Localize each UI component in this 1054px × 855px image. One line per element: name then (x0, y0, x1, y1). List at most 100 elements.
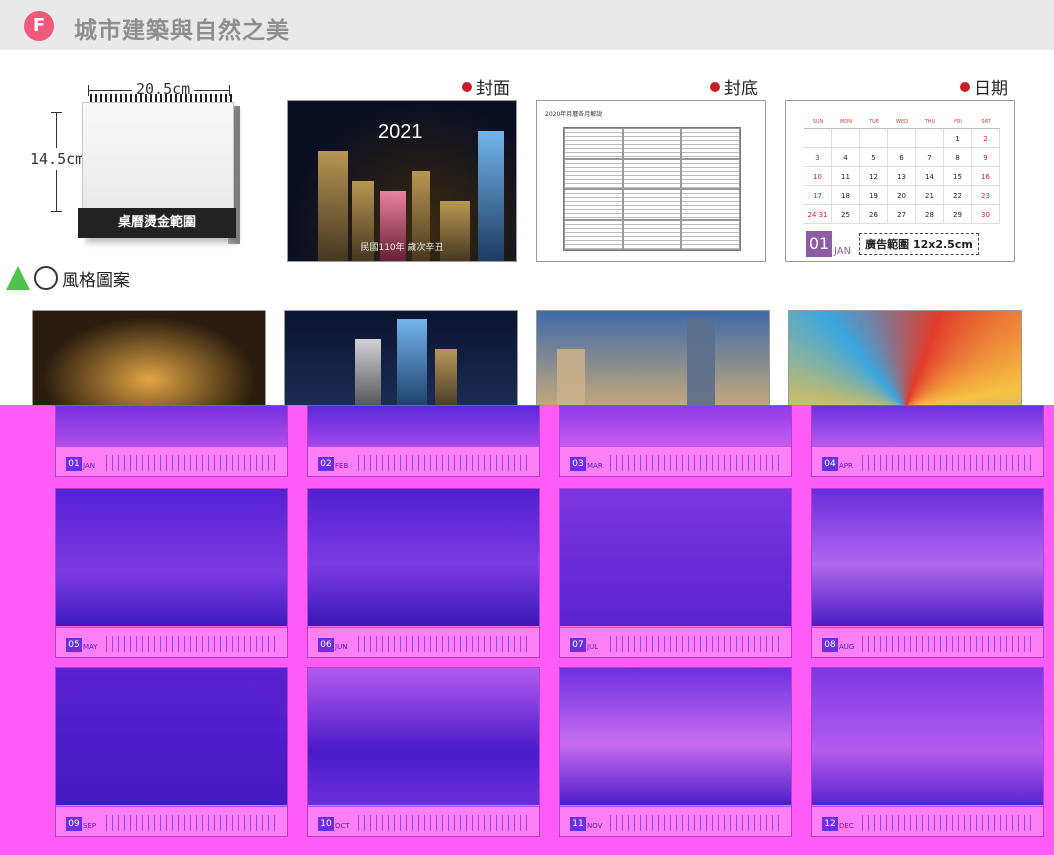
month-days-row (610, 636, 784, 652)
weekday-label: WED (896, 119, 908, 125)
month-photo (56, 406, 287, 446)
red-dot-icon (462, 81, 472, 92)
date-cell: 15 (944, 167, 972, 186)
width-dimension-tick (88, 85, 89, 96)
weekday-label: TUE (869, 119, 879, 125)
weekday-label: MON (840, 119, 852, 125)
month-days-row (106, 636, 280, 652)
back-label-text: 封底 (724, 79, 758, 99)
month-days-row (862, 455, 1036, 471)
month-photo (812, 489, 1043, 626)
desk-calendar-easel: 桌曆燙金範圍 (78, 94, 244, 248)
section-badge: F (24, 11, 54, 41)
month-name: JAN (834, 246, 852, 257)
cover-preview: 2021 民國110年 歲次辛丑 (287, 100, 517, 262)
date-cell: 16 (972, 167, 1000, 186)
month-name: SEP (83, 822, 97, 830)
ad-range-label: 廣告範圍 12x2.5cm (859, 233, 979, 255)
month-photo (812, 406, 1043, 446)
month-photo (308, 489, 539, 626)
photo-thumbnail (788, 310, 1022, 410)
month-number: 09 (66, 817, 82, 831)
date-cell: 6 (888, 148, 916, 167)
date-cell: 5 (860, 148, 888, 167)
face-icon (34, 266, 58, 290)
month-name: MAR (587, 462, 603, 470)
month-photo (812, 668, 1043, 805)
month-date-strip: 12 DEC (812, 806, 1043, 836)
month-photo (308, 668, 539, 805)
month-number: 04 (822, 457, 838, 471)
date-cell: 7 (916, 148, 944, 167)
date-cell: 8 (944, 148, 972, 167)
date-cell: 11 (832, 167, 860, 186)
page: F 城市建築與自然之美 20.5cm 14.5cm 桌曆燙金範圍 封面 2021… (0, 0, 1054, 855)
date-cell: 12 (860, 167, 888, 186)
date-cell: 26 (860, 205, 888, 224)
ad-area: 01 JAN 廣告範圍 12x2.5cm (806, 231, 979, 257)
height-dimension-tick (51, 112, 62, 113)
month-page-card: 01 JAN (55, 405, 288, 477)
date-preview: SUN MON TUE WED THU FRI SAT 1 2 3 4 5 6 7 8 9 10 11 12 13 1… (785, 100, 1015, 262)
red-dot-icon (960, 81, 970, 92)
date-cell: 27 (888, 205, 916, 224)
weekday-label: THU (924, 119, 936, 125)
month-name: MAY (83, 643, 98, 651)
weekday-label: SAT (981, 119, 991, 125)
month-days-row (610, 455, 784, 471)
style-pattern-header: 風格圖案 (6, 258, 130, 298)
month-number: 10 (318, 817, 334, 831)
month-page-card: 04 APR (811, 405, 1044, 477)
month-photo (56, 489, 287, 626)
month-page-card: 08 AUG (811, 488, 1044, 658)
date-grid: 1 2 3 4 5 6 7 8 9 10 11 12 13 14 15 16 17 18 19 20 21 22 23 24 … (804, 128, 1000, 224)
cover-subtitle: 民國110年 歲次辛丑 (360, 243, 444, 253)
date-cell: 4 (832, 148, 860, 167)
date-cell (916, 129, 944, 148)
date-cell (888, 129, 916, 148)
month-page-card: 10 OCT (307, 667, 540, 837)
month-date-strip: 10 OCT (308, 806, 539, 836)
weekday-label: FRI (954, 119, 962, 125)
month-number: 11 (570, 817, 586, 831)
month-name: DEC (839, 822, 854, 830)
date-cell: 13 (888, 167, 916, 186)
date-label: 日期 (960, 74, 1008, 99)
header-bar: F 城市建築與自然之美 (0, 0, 1054, 50)
month-photo (560, 489, 791, 626)
month-number: 02 (318, 457, 334, 471)
month-number: 05 (66, 638, 82, 652)
style-pattern-label: 風格圖案 (62, 270, 130, 291)
height-dimension-tick (51, 211, 62, 212)
cover-label: 封面 (462, 74, 510, 99)
date-cell: 3 (804, 148, 832, 167)
month-days-row (106, 455, 280, 471)
back-month-notes-table (563, 127, 741, 251)
weekday-label: SUN (812, 119, 824, 125)
month-date-strip: 02 FEB (308, 446, 539, 476)
month-name: AUG (839, 643, 855, 651)
date-cell: 18 (832, 186, 860, 205)
month-number: 06 (318, 638, 334, 652)
month-name: JUL (587, 643, 599, 651)
date-cell: 28 (916, 205, 944, 224)
monthly-pages-grid: 01 JAN 02 FEB 03 MAR 04 APR 05 MAY 06 JUN 07 JUL 08 AUG… (0, 405, 1054, 855)
month-name: OCT (335, 822, 350, 830)
month-date-strip: 08 AUG (812, 627, 1043, 657)
date-cell: 14 (916, 167, 944, 186)
month-name: JAN (83, 462, 95, 470)
back-table-title: 2020年月曆各月解說 (545, 111, 603, 118)
weekday-header: SUN MON TUE WED THU FRI SAT (804, 119, 1000, 125)
date-cell: 2 (972, 129, 1000, 148)
date-cell: 19 (860, 186, 888, 205)
month-date-strip: 09 SEP (56, 806, 287, 836)
month-date-strip: 07 JUL (560, 627, 791, 657)
month-name: JUN (335, 643, 348, 651)
month-page-card: 03 MAR (559, 405, 792, 477)
month-number: 03 (570, 457, 586, 471)
month-days-row (610, 815, 784, 831)
cover-year: 2021 (378, 121, 423, 143)
photo-thumbnail (284, 310, 518, 410)
date-cell: 30 (972, 205, 1000, 224)
month-photo (56, 668, 287, 805)
